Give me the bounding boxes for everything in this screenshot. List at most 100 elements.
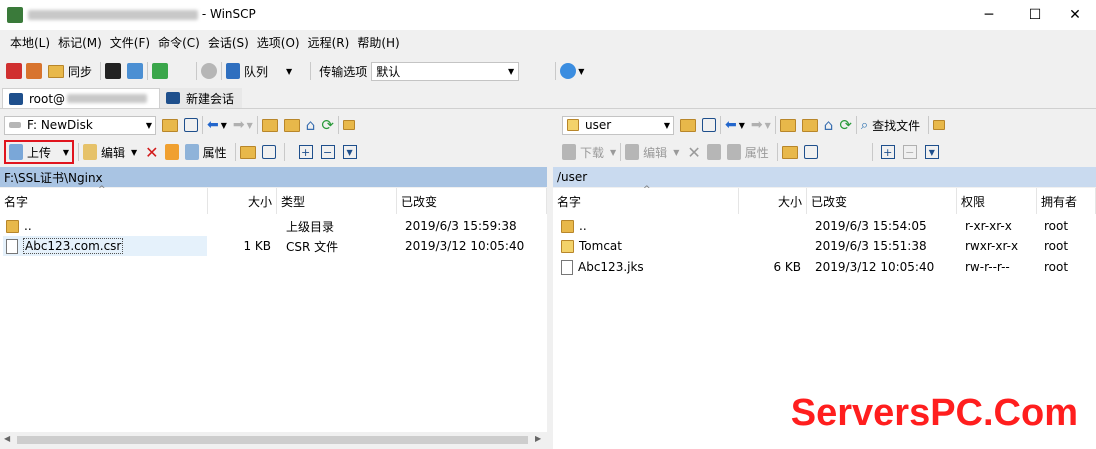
queue-dropdown-icon[interactable]: ▼ <box>286 67 292 76</box>
right-col-size[interactable]: 大小 <box>739 188 807 214</box>
sort-asc-icon: ^ <box>98 185 106 195</box>
back-icon[interactable]: ⬅ <box>207 117 219 133</box>
refresh-icon[interactable]: ⟳ <box>321 116 334 134</box>
left-col-size[interactable]: 大小 <box>208 188 277 214</box>
transfer-settings-select[interactable]: 默认 ▼ <box>371 61 520 81</box>
right-drive-select[interactable]: user ▼ <box>562 115 674 135</box>
rename-icon[interactable] <box>706 144 721 160</box>
menu-remote[interactable]: 远程(R) <box>304 32 354 54</box>
edit-dropdown-icon[interactable]: ▼ <box>673 148 679 157</box>
select-minus-icon[interactable]: − <box>902 145 917 159</box>
filter-icon[interactable] <box>184 118 198 132</box>
tab-new-session[interactable]: 新建会话 <box>160 88 242 108</box>
filter-icon[interactable]: ▼ <box>342 145 357 159</box>
filter-icon[interactable] <box>702 118 716 132</box>
menu-session[interactable]: 会话(S) <box>204 32 253 54</box>
menu-local[interactable]: 本地(L) <box>6 32 54 54</box>
toolbar-separator <box>337 116 339 134</box>
forward-icon[interactable]: ➡ <box>233 117 245 133</box>
menu-command[interactable]: 命令(C) <box>154 32 204 54</box>
left-col-name[interactable]: 名字 ^ <box>0 185 208 214</box>
properties-icon[interactable] <box>184 144 199 160</box>
globe-icon[interactable] <box>560 63 577 79</box>
compare-dirs-icon[interactable] <box>6 63 22 79</box>
rename-icon[interactable] <box>164 144 179 160</box>
filter-icon[interactable]: ▼ <box>924 145 939 159</box>
new-folder-icon[interactable] <box>781 145 798 159</box>
delete-icon[interactable]: ✕ <box>145 143 158 162</box>
forward-icon[interactable]: ➡ <box>751 117 763 133</box>
left-path-bar[interactable]: F:\SSL证书\Nginx <box>0 167 547 187</box>
new-folder-icon[interactable] <box>239 145 256 159</box>
globe-dropdown-icon[interactable]: ▼ <box>578 67 584 76</box>
select-plus-icon[interactable]: + <box>880 145 895 159</box>
minimize-button[interactable]: ─ <box>966 0 1012 30</box>
new-file-icon[interactable] <box>261 145 276 159</box>
right-col-owner[interactable]: 拥有者 <box>1037 188 1096 214</box>
pane-splitter[interactable] <box>547 111 553 449</box>
tab-session[interactable]: root@ <box>2 88 160 108</box>
menu-options[interactable]: 选项(O) <box>253 32 304 54</box>
select-plus-icon[interactable]: + <box>298 145 313 159</box>
left-col-changed[interactable]: 已改变 <box>397 188 547 214</box>
back-dropdown-icon[interactable]: ▼ <box>739 121 745 130</box>
properties-icon[interactable] <box>726 144 741 160</box>
forward-dropdown-icon[interactable]: ▼ <box>765 121 771 130</box>
back-dropdown-icon[interactable]: ▼ <box>221 121 227 130</box>
sync-button[interactable]: 同步 <box>68 63 92 80</box>
parent-dir-icon[interactable] <box>261 118 278 132</box>
tree-icon[interactable] <box>342 120 355 130</box>
edit-dropdown-icon[interactable]: ▼ <box>131 148 137 157</box>
sync-icon[interactable] <box>48 64 64 78</box>
tree-icon[interactable] <box>933 120 946 130</box>
download-dropdown-icon[interactable]: ▼ <box>610 148 616 157</box>
right-col-name[interactable]: 名字 ^ <box>553 185 739 214</box>
home-icon[interactable]: ⌂ <box>824 116 834 134</box>
edit-button[interactable]: 编辑 <box>643 144 667 161</box>
menu-file[interactable]: 文件(F) <box>106 32 154 54</box>
refresh-icon[interactable]: ⟳ <box>839 116 852 134</box>
console-icon[interactable] <box>105 63 122 79</box>
properties-button[interactable]: 属性 <box>745 144 769 161</box>
left-file-list[interactable]: 名字 ^ 大小 类型 已改变 .. 上级目录 2019/6/3 15:59:38 … <box>0 185 548 433</box>
back-icon[interactable]: ⬅ <box>725 117 737 133</box>
sync-browse-icon[interactable] <box>26 63 42 79</box>
root-dir-icon[interactable] <box>283 118 300 132</box>
find-files-button[interactable]: 查找文件 <box>872 117 920 134</box>
root-dir-icon[interactable] <box>801 118 818 132</box>
scroll-left-icon[interactable]: ◀ <box>4 434 10 443</box>
edit-icon[interactable] <box>83 144 97 160</box>
upload-button[interactable]: 上传 ▼ <box>4 140 74 164</box>
scroll-thumb[interactable] <box>17 436 528 444</box>
menu-mark[interactable]: 标记(M) <box>54 32 106 54</box>
edit-button[interactable]: 编辑 <box>101 144 125 161</box>
close-button[interactable]: ✕ <box>1052 0 1096 30</box>
select-minus-icon[interactable]: − <box>320 145 335 159</box>
find-files-icon[interactable]: ⌕ <box>861 118 868 133</box>
col-changed-label: 已改变 <box>811 194 848 209</box>
right-path-bar[interactable]: /user <box>553 167 1096 187</box>
delete-icon[interactable]: ✕ <box>687 143 700 162</box>
putty-icon[interactable] <box>127 63 144 79</box>
home-icon[interactable]: ⌂ <box>306 116 316 134</box>
right-file-toolbar: 下载 ▼ 编辑 ▼ ✕ 属性 + − ▼ <box>562 140 939 164</box>
synchronize-icon[interactable] <box>152 63 169 79</box>
download-button[interactable]: 下载 <box>580 144 604 161</box>
forward-dropdown-icon[interactable]: ▼ <box>247 121 253 130</box>
right-col-changed[interactable]: 已改变 <box>807 188 957 214</box>
properties-button[interactable]: 属性 <box>203 144 227 161</box>
menu-help[interactable]: 帮助(H) <box>353 32 403 54</box>
left-col-type[interactable]: 类型 <box>277 188 397 214</box>
scroll-right-icon[interactable]: ▶ <box>535 434 541 443</box>
queue-icon[interactable] <box>226 63 241 79</box>
open-folder-icon[interactable] <box>680 118 696 132</box>
queue-button[interactable]: 队列 <box>244 63 268 80</box>
left-drive-select[interactable]: F: NewDisk ▼ <box>4 115 156 135</box>
toolbar-separator <box>555 62 557 80</box>
open-folder-icon[interactable] <box>162 118 178 132</box>
gear-icon[interactable] <box>201 63 218 79</box>
parent-dir-icon[interactable] <box>779 118 796 132</box>
left-horizontal-scrollbar[interactable]: ◀ ▶ <box>0 432 547 448</box>
new-file-icon[interactable] <box>803 145 818 159</box>
right-col-perm[interactable]: 权限 <box>957 188 1037 214</box>
